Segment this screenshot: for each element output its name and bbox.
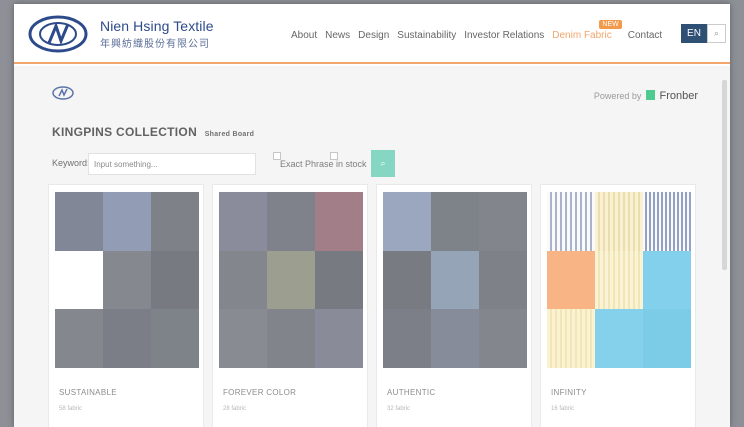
nien-hsing-logo[interactable] bbox=[28, 15, 88, 53]
collection-name: KINGPINS COLLECTION bbox=[52, 125, 198, 139]
card-title: INFINITY bbox=[551, 388, 587, 397]
brand-name-en: Nien Hsing Textile bbox=[100, 18, 214, 34]
site-search-icon[interactable]: ⌕ bbox=[707, 24, 726, 43]
main-nav: About News Design Sustainability Investo… bbox=[291, 20, 670, 41]
brand-name-zh: 年興紡織股份有限公司 bbox=[100, 39, 210, 50]
site-header: Nien Hsing Textile 年興紡織股份有限公司 About News… bbox=[14, 4, 730, 64]
collection-card-authentic[interactable]: AUTHENTIC 32 fabric bbox=[376, 184, 532, 427]
search-icon: ⌕ bbox=[380, 158, 386, 168]
card-count: 58 fabric bbox=[59, 406, 83, 412]
keyword-label: Keyword: bbox=[52, 158, 90, 168]
collection-card-infinity[interactable]: INFINITY 16 fabric bbox=[540, 184, 696, 427]
fabric-swatch bbox=[219, 192, 363, 368]
brand[interactable]: Nien Hsing Textile 年興紡織股份有限公司 bbox=[100, 18, 214, 50]
browser-frame: Nien Hsing Textile 年興紡織股份有限公司 About News… bbox=[14, 4, 730, 427]
nav-design[interactable]: Design bbox=[358, 30, 389, 41]
collection-subtitle: Shared Board bbox=[204, 131, 255, 138]
powered-by-prefix: Powered by bbox=[593, 91, 642, 101]
collection-card-sustainable[interactable]: SUSTAINABLE 58 fabric bbox=[48, 184, 204, 427]
exact-phrase-label: Exact Phrase bbox=[280, 159, 334, 169]
nav-denim-fabric-label: Denim Fabric bbox=[552, 30, 612, 41]
nav-investor-relations[interactable]: Investor Relations bbox=[464, 30, 544, 41]
powered-by: Powered by Fronber bbox=[594, 90, 698, 102]
language-button-en[interactable]: EN bbox=[681, 24, 707, 43]
card-title: SUSTAINABLE bbox=[59, 388, 117, 397]
nav-news[interactable]: News bbox=[325, 30, 350, 41]
nav-sustainability[interactable]: Sustainability bbox=[397, 30, 456, 41]
collection-cards: SUSTAINABLE 58 fabric FOREVER COLOR 28 f… bbox=[48, 184, 704, 427]
card-count: 16 fabric bbox=[551, 406, 575, 412]
collection-title: KINGPINS COLLECTION Shared Board bbox=[52, 125, 254, 139]
nav-about[interactable]: About bbox=[291, 30, 317, 41]
keyword-input[interactable] bbox=[88, 153, 256, 175]
board-logo-icon bbox=[52, 86, 74, 100]
collection-card-forever-color[interactable]: FOREVER COLOR 28 fabric bbox=[212, 184, 368, 427]
fabric-swatch bbox=[547, 192, 691, 368]
card-title: FOREVER COLOR bbox=[223, 388, 297, 397]
search-button[interactable]: ⌕ bbox=[371, 150, 395, 177]
fronber-logo-icon bbox=[645, 90, 655, 100]
nav-denim-fabric[interactable]: Denim Fabric NEW bbox=[552, 20, 622, 41]
new-badge: NEW bbox=[599, 20, 622, 29]
nav-contact[interactable]: Contact bbox=[628, 30, 662, 41]
card-count: 28 fabric bbox=[223, 406, 247, 412]
card-count: 32 fabric bbox=[387, 406, 411, 412]
fabric-swatch bbox=[55, 192, 199, 368]
collection-board: Powered by Fronber KINGPINS COLLECTION S… bbox=[14, 66, 730, 427]
powered-by-brand: Fronber bbox=[659, 90, 698, 102]
in-stock-label: in stock bbox=[336, 159, 367, 169]
scrollbar[interactable] bbox=[722, 80, 727, 270]
fabric-swatch bbox=[383, 192, 527, 368]
card-title: AUTHENTIC bbox=[387, 388, 436, 397]
